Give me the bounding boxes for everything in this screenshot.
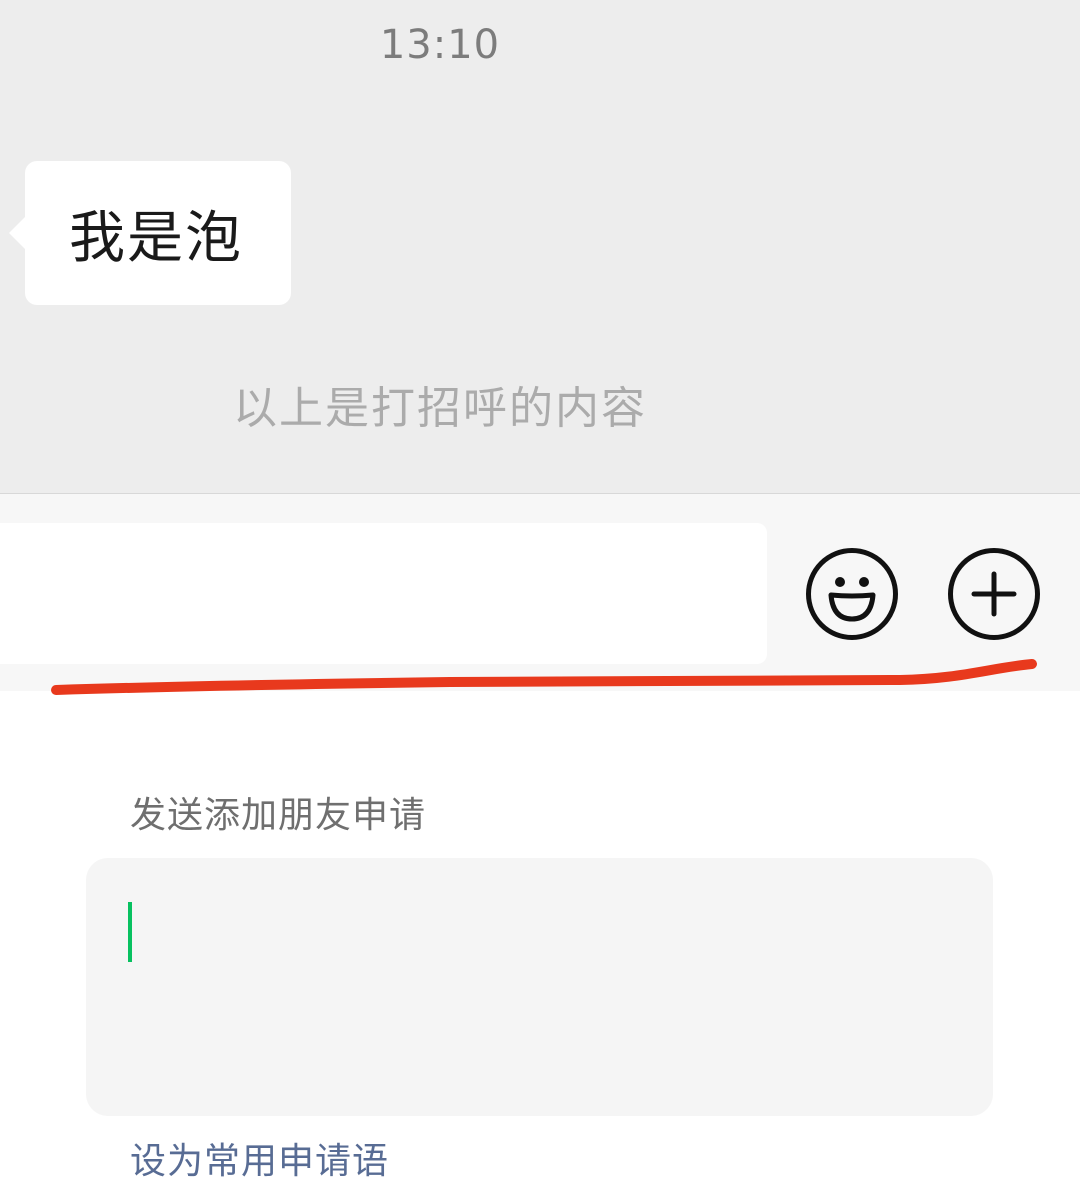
more-functions-button[interactable] — [948, 548, 1040, 640]
plus-icon — [971, 571, 1017, 617]
text-cursor — [128, 902, 132, 962]
message-timestamp: 13:10 — [379, 22, 501, 68]
friend-request-textarea[interactable] — [86, 858, 993, 1116]
chat-text-input[interactable] — [0, 523, 767, 664]
message-text: 我是泡 — [69, 205, 243, 271]
greeting-system-note: 以上是打招呼的内容 — [233, 383, 647, 434]
friend-request-title: 发送添加朋友申请 — [130, 795, 427, 836]
message-bubble[interactable]: 我是泡 — [9, 161, 291, 305]
emoji-button[interactable] — [806, 548, 898, 640]
chat-area: 13:10 我是泡 以上是打招呼的内容 — [0, 0, 1080, 493]
chat-input-bar — [0, 493, 1080, 691]
smiley-face-icon — [828, 577, 876, 622]
set-common-phrase-link[interactable]: 设为常用申请语 — [130, 1132, 389, 1184]
